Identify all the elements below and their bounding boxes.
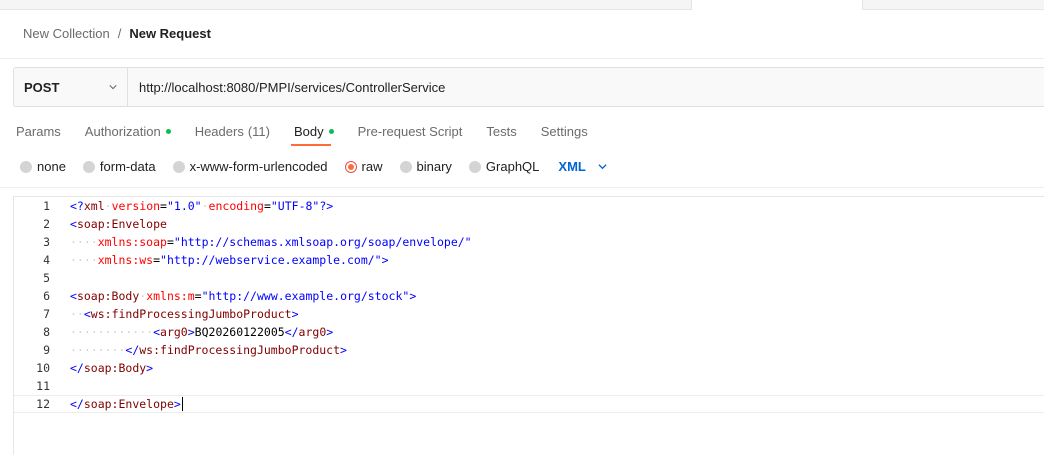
options-divider — [0, 187, 1044, 188]
status-dot-icon — [328, 128, 334, 134]
tab-body[interactable]: Body — [294, 123, 334, 139]
code-line[interactable]: 3 ····xmlns:soap="http://schemas.xmlsoap.… — [14, 233, 1044, 251]
breadcrumb: New Collection / New Request — [23, 26, 211, 41]
code-line[interactable]: 12 </soap:Envelope> — [14, 395, 1044, 413]
code-text: <?xml·version="1.0"·encoding="UTF-8"?> — [70, 199, 334, 213]
radio-icon[interactable] — [399, 160, 412, 173]
line-number: 8 — [43, 325, 50, 339]
body-type-options: none form-data x-www-form-urlencoded raw… — [20, 159, 607, 174]
radio-label: x-www-form-urlencoded — [189, 159, 328, 174]
tab-label: Settings — [540, 123, 588, 139]
tab-pre-request-script[interactable]: Pre-request Script — [358, 123, 463, 139]
breadcrumb-collection[interactable]: New Collection — [23, 26, 110, 41]
code-line[interactable]: 2 <soap:Envelope — [14, 215, 1044, 233]
radio-label: form-data — [99, 159, 156, 174]
language-select[interactable]: XML — [558, 159, 607, 174]
line-number: 2 — [43, 217, 50, 231]
url-bar: POST http://localhost:8080/PMPI/services… — [13, 67, 1044, 107]
radio-label: GraphQL — [485, 159, 540, 174]
line-number: 5 — [43, 271, 50, 285]
tab-tests[interactable]: Tests — [486, 123, 516, 139]
line-number: 1 — [43, 199, 50, 213]
breadcrumb-request-name[interactable]: New Request — [129, 26, 211, 41]
chevron-down-icon — [598, 164, 607, 170]
code-text: ····xmlns:soap="http://schemas.xmlsoap.o… — [70, 235, 472, 249]
method-select[interactable]: POST — [14, 68, 128, 106]
language-label: XML — [558, 159, 586, 174]
radio-icon[interactable] — [468, 160, 481, 173]
radio-none[interactable]: none — [20, 159, 66, 174]
code-text: ········</ws:findProcessingJumboProduct> — [70, 343, 347, 357]
code-text: ··<ws:findProcessingJumboProduct> — [70, 307, 299, 321]
tab-label: Headers — [194, 123, 244, 139]
code-line[interactable]: 7 ··<ws:findProcessingJumboProduct> — [14, 305, 1044, 323]
code-line[interactable]: 5 — [14, 269, 1044, 287]
line-number: 10 — [36, 361, 50, 375]
line-number: 9 — [43, 343, 50, 357]
headers-count: (11) — [247, 123, 270, 139]
active-tab-underline — [291, 144, 331, 146]
line-number: 11 — [36, 379, 50, 393]
code-line[interactable]: 11 — [14, 377, 1044, 395]
radio-urlencoded[interactable]: x-www-form-urlencoded — [172, 159, 328, 174]
line-number: 12 — [36, 397, 50, 411]
radio-checked-icon[interactable] — [344, 160, 357, 173]
radio-label: raw — [361, 159, 383, 174]
tab-label: Params — [16, 123, 61, 139]
code-text: </soap:Envelope> — [70, 396, 183, 412]
line-number: 3 — [43, 235, 50, 249]
tab-label: Tests — [486, 123, 517, 139]
status-dot-icon — [165, 128, 171, 134]
code-line[interactable]: 9 ········</ws:findProcessingJumboProduct… — [14, 341, 1044, 359]
radio-icon[interactable] — [172, 160, 185, 173]
tab-authorization[interactable]: Authorization — [85, 123, 171, 139]
chevron-down-icon — [109, 85, 117, 90]
code-text: <soap:Body·xmlns:m="http://www.example.o… — [70, 289, 417, 303]
line-number: 7 — [43, 307, 50, 321]
code-text: ············<arg0>BQ20260122005</arg0> — [70, 325, 334, 339]
radio-label: binary — [416, 159, 452, 174]
method-label: POST — [24, 79, 60, 95]
radio-form-data[interactable]: form-data — [82, 159, 156, 174]
code-editor[interactable]: 1 <?xml·version="1.0"·encoding="UTF-8"?> 2… — [13, 196, 1044, 455]
line-number: 4 — [43, 253, 50, 267]
radio-label: none — [37, 159, 66, 174]
radio-graphql[interactable]: GraphQL — [468, 159, 540, 174]
radio-icon[interactable] — [20, 160, 32, 173]
radio-binary[interactable]: binary — [399, 159, 452, 174]
tab-params[interactable]: Params — [16, 123, 61, 139]
tab-label: Authorization — [84, 123, 161, 139]
top-tab-strip — [0, 0, 1044, 10]
header-divider — [0, 58, 1044, 59]
tab-settings[interactable]: Settings — [541, 123, 588, 139]
code-text: <soap:Envelope — [70, 217, 167, 231]
tab-label: Body — [293, 123, 324, 139]
tab-label: Pre-request Script — [357, 123, 463, 139]
line-number: 6 — [43, 289, 50, 303]
code-line[interactable]: 8 ············<arg0>BQ20260122005</arg0> — [14, 323, 1044, 341]
code-text: </soap:Body> — [70, 361, 154, 375]
code-line[interactable]: 1 <?xml·version="1.0"·encoding="UTF-8"?> — [14, 197, 1044, 215]
code-text: ····xmlns:ws="http://webservice.example.… — [70, 253, 389, 267]
active-tab-slot[interactable] — [691, 0, 863, 10]
code-line[interactable]: 6 <soap:Body·xmlns:m="http://www.example.… — [14, 287, 1044, 305]
text-cursor — [181, 397, 183, 412]
radio-icon[interactable] — [82, 160, 95, 173]
code-line[interactable]: 10 </soap:Body> — [14, 359, 1044, 377]
url-input[interactable]: http://localhost:8080/PMPI/services/Cont… — [128, 68, 1044, 106]
radio-raw[interactable]: raw — [344, 159, 383, 174]
breadcrumb-separator: / — [117, 26, 122, 41]
tab-headers[interactable]: Headers (11) — [195, 123, 270, 139]
code-line[interactable]: 4 ····xmlns:ws="http://webservice.example… — [14, 251, 1044, 269]
